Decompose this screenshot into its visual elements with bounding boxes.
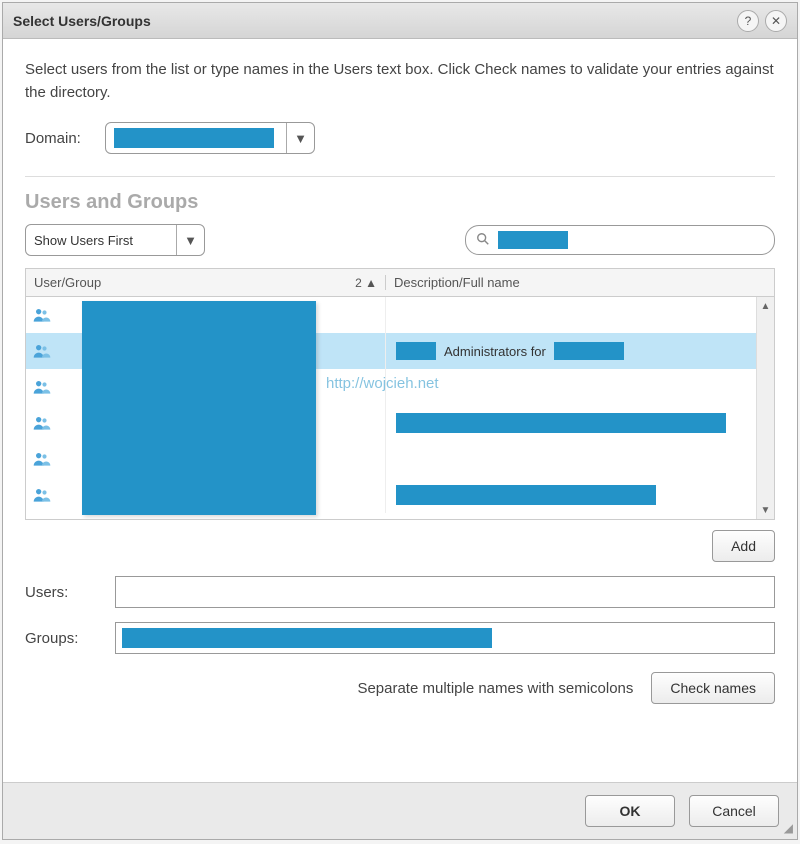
search-value-redacted [498,231,568,249]
titlebar: Select Users/Groups ? ✕ [3,3,797,39]
users-field-row: Users: [25,576,775,608]
search-input[interactable] [465,225,775,255]
dialog-content: Select users from the list or type names… [3,39,797,782]
groups-label: Groups: [25,630,115,647]
scroll-up-icon[interactable]: ▲ [757,297,774,315]
groups-input[interactable] [115,622,775,654]
watermark: http://wojcieh.net [326,375,439,392]
usergroup-column-redacted [82,301,316,515]
domain-dropdown[interactable]: ▼ [105,122,315,154]
help-icon[interactable]: ? [737,10,759,32]
group-icon [32,485,52,505]
users-label: Users: [25,584,115,601]
users-groups-heading: Users and Groups [25,191,775,214]
close-icon[interactable]: ✕ [765,10,787,32]
dialog-title: Select Users/Groups [13,13,731,29]
hint-row: Separate multiple names with semicolons … [25,672,775,704]
scroll-down-icon[interactable]: ▼ [757,501,774,519]
ok-button[interactable]: OK [585,795,675,827]
users-input[interactable] [115,576,775,608]
groups-value-redacted [122,628,492,648]
resize-grip-icon[interactable]: ◢ [784,821,793,835]
table-body: Administrators for [26,297,774,519]
chevron-down-icon[interactable]: ▼ [176,225,204,255]
check-names-button[interactable]: Check names [651,672,775,704]
add-button[interactable]: Add [712,530,775,562]
vertical-scrollbar[interactable]: ▲ ▼ [756,297,774,519]
redacted [396,413,726,433]
group-icon [32,305,52,325]
group-icon [32,341,52,361]
table-header: User/Group 2 ▲ Description/Full name [26,269,774,297]
divider [25,176,775,177]
group-icon [32,413,52,433]
domain-row: Domain: ▼ [25,122,775,154]
hint-text: Separate multiple names with semicolons [357,680,633,697]
cancel-button[interactable]: Cancel [689,795,779,827]
group-icon [32,377,52,397]
domain-label: Domain: [25,130,105,147]
users-groups-table: User/Group 2 ▲ Description/Full name Adm… [25,268,775,520]
sort-indicator: 2 ▲ [355,276,377,290]
select-users-groups-dialog: Select Users/Groups ? ✕ Select users fro… [2,2,798,840]
sort-value: Show Users First [26,225,176,255]
groups-field-row: Groups: [25,622,775,654]
group-icon [32,449,52,469]
column-description[interactable]: Description/Full name [386,275,774,290]
column-usergroup[interactable]: User/Group 2 ▲ [26,275,386,290]
domain-value-redacted [114,128,274,148]
redacted [396,342,436,360]
redacted [554,342,624,360]
toolbar: Show Users First ▼ [25,224,775,256]
dialog-footer: OK Cancel [3,782,797,839]
sort-dropdown[interactable]: Show Users First ▼ [25,224,205,256]
redacted [396,485,656,505]
search-icon [476,232,490,249]
row-description: Administrators for [444,344,546,359]
chevron-down-icon[interactable]: ▼ [286,123,314,153]
instructions-text: Select users from the list or type names… [25,59,775,104]
